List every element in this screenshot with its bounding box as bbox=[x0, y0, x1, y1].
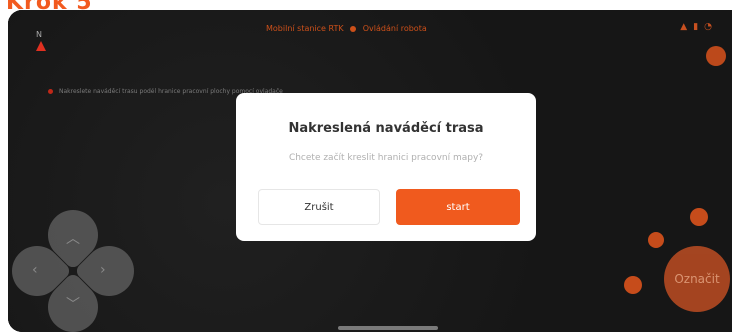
status-left-text: Mobilní stanice RTK bbox=[266, 24, 344, 33]
chevron-right-icon: › bbox=[100, 262, 106, 278]
compass-north: N bbox=[36, 30, 46, 51]
start-button[interactable]: start bbox=[396, 189, 520, 225]
system-icons: ▲▮◔ bbox=[680, 22, 718, 32]
action-button-3[interactable] bbox=[624, 276, 642, 294]
north-arrow-icon bbox=[36, 41, 46, 51]
chevron-up-icon: ︿ bbox=[66, 231, 80, 247]
mark-button[interactable]: Označit bbox=[664, 246, 730, 312]
dialog-message: Chcete začít kreslit hranici pracovní ma… bbox=[288, 153, 484, 163]
route-dialog: Nakreslená naváděcí trasa Chcete začít k… bbox=[236, 93, 536, 241]
hint-dot-icon bbox=[48, 89, 53, 94]
status-bar: Mobilní stanice RTK Ovládání robota bbox=[266, 24, 427, 33]
cancel-button[interactable]: Zrušit bbox=[258, 189, 380, 225]
chevron-down-icon: ﹀ bbox=[66, 297, 80, 313]
battery-icon: ▮ bbox=[693, 22, 705, 32]
dialog-title: Nakreslená naváděcí trasa bbox=[288, 121, 484, 136]
status-right-text: Ovládání robota bbox=[362, 24, 427, 33]
chevron-left-icon: ‹ bbox=[32, 262, 38, 278]
action-button-2[interactable] bbox=[648, 232, 664, 248]
action-button-1[interactable] bbox=[690, 208, 708, 226]
settings-button[interactable] bbox=[706, 46, 726, 66]
wifi-icon: ◔ bbox=[704, 22, 718, 32]
north-label: N bbox=[36, 30, 42, 39]
signal-icon: ▲ bbox=[680, 22, 694, 32]
direction-pad: ︿ › ﹀ ‹ bbox=[8, 199, 145, 332]
home-indicator[interactable] bbox=[338, 326, 438, 330]
status-dot-icon bbox=[350, 25, 357, 32]
